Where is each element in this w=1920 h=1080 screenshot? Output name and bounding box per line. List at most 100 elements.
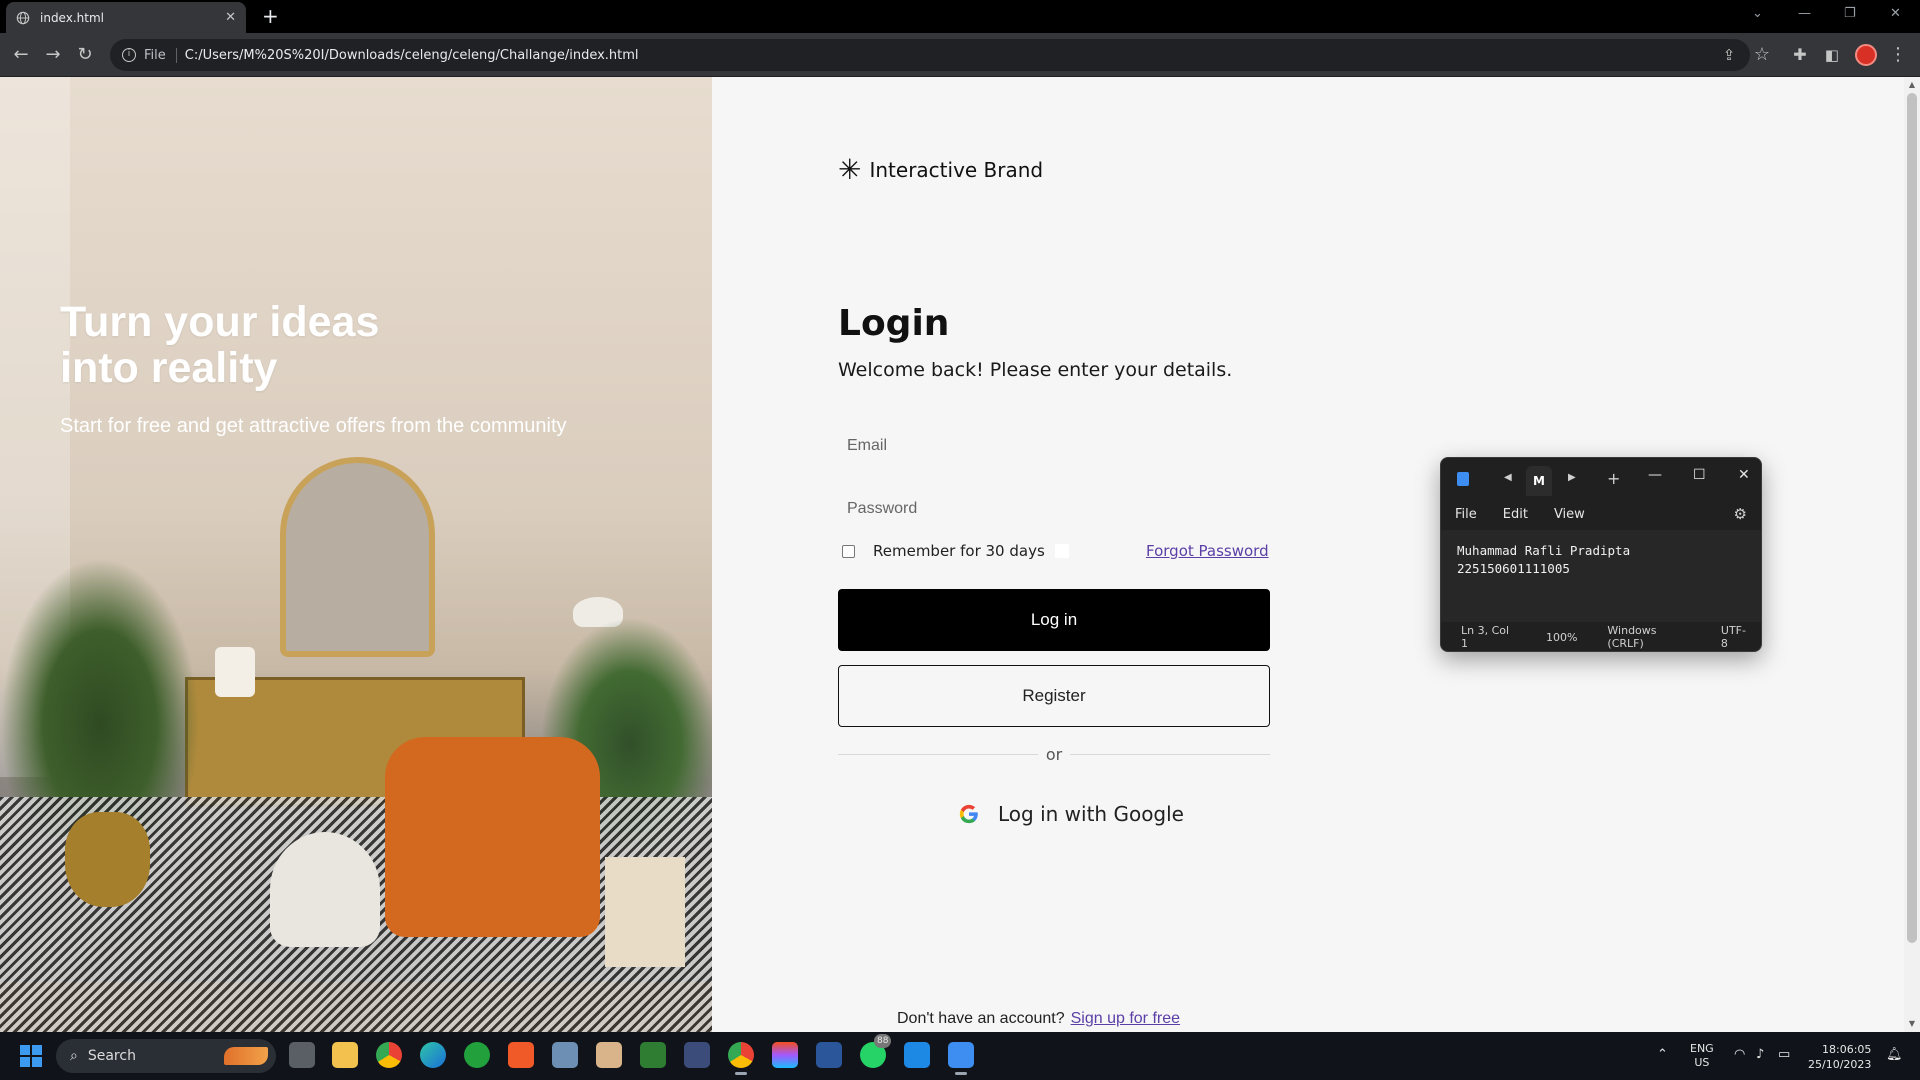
file-explorer-icon[interactable]: [332, 1042, 358, 1068]
tab-scroll-left-icon[interactable]: ◀: [1504, 472, 1512, 483]
address-scheme-label: File: [144, 47, 177, 63]
taskbar-clock[interactable]: 18:06:05 25/10/2023: [1808, 1042, 1871, 1072]
hero-plant-left: [0, 557, 200, 837]
brave-icon[interactable]: [508, 1042, 534, 1068]
language-line2: US: [1694, 1056, 1710, 1069]
tab-scroll-right-icon[interactable]: ▶: [1568, 472, 1576, 483]
scroll-up-icon[interactable]: ▲: [1904, 77, 1920, 93]
app-icon-7[interactable]: [552, 1042, 578, 1068]
info-icon[interactable]: i: [122, 48, 136, 62]
hero-title: Turn your ideas into reality: [60, 298, 380, 392]
signup-prompt: Don't have an account?: [897, 1010, 1065, 1027]
language-line1: ENG: [1690, 1042, 1714, 1055]
whatsapp-badge: 88: [874, 1034, 892, 1048]
google-login-label: Log in with Google: [998, 802, 1184, 826]
search-icon: ⌕: [70, 1048, 78, 1064]
language-indicator[interactable]: ENG US: [1690, 1042, 1714, 1070]
minimize-icon[interactable]: —: [1798, 6, 1811, 21]
notepad-titlebar[interactable]: ◀ M ▶ + — ☐ ✕: [1441, 458, 1761, 498]
remember-checkbox[interactable]: [842, 544, 855, 558]
notepad-app-icon: [1457, 472, 1469, 486]
side-panel-icon[interactable]: ◧: [1820, 43, 1844, 67]
volume-icon[interactable]: ♪: [1756, 1048, 1764, 1062]
notepad-maximize-icon[interactable]: ☐: [1693, 467, 1706, 483]
login-button[interactable]: Log in: [838, 589, 1270, 651]
divider-line-left: [838, 753, 1038, 755]
hero-image-panel: Turn your ideas into reality Start for f…: [0, 77, 712, 1032]
hero-orange-armchair: [385, 737, 600, 937]
notepad-new-tab-icon[interactable]: +: [1607, 469, 1620, 488]
menu-kebab-icon[interactable]: ⋮: [1886, 43, 1910, 67]
login-subtitle: Welcome back! Please enter your details.: [838, 359, 1233, 381]
chrome-profile-icon[interactable]: [728, 1042, 754, 1075]
remember-label: Remember for 30 days: [873, 542, 1045, 560]
chrome-icon[interactable]: [376, 1042, 402, 1068]
windows-start-icon[interactable]: [20, 1045, 42, 1067]
reload-icon[interactable]: ↻: [73, 43, 97, 67]
status-encoding: UTF-8: [1720, 624, 1746, 650]
extensions-icon[interactable]: ✚: [1788, 43, 1812, 67]
clock-time: 18:06:05: [1822, 1043, 1872, 1056]
app-icon-15[interactable]: [904, 1042, 930, 1068]
notepad-text-area[interactable]: Muhammad Rafli Pradipta 225150601111005: [1441, 530, 1761, 622]
google-icon: [959, 804, 978, 824]
hero-table-lamp: [215, 647, 255, 697]
wifi-icon[interactable]: ◠: [1734, 1048, 1745, 1062]
notepad-menu-edit[interactable]: Edit: [1503, 507, 1528, 522]
browser-tab-title: index.html: [40, 10, 104, 25]
status-line-ending: Windows (CRLF): [1607, 624, 1657, 650]
forgot-password-link[interactable]: Forgot Password: [1146, 542, 1269, 560]
taskbar-search[interactable]: ⌕ Search: [56, 1039, 276, 1073]
restore-icon[interactable]: ❐: [1844, 6, 1856, 21]
task-view-icon[interactable]: [289, 1042, 315, 1068]
word-icon[interactable]: [816, 1042, 842, 1068]
close-window-icon[interactable]: ✕: [1890, 6, 1901, 21]
app-icon-8[interactable]: [596, 1042, 622, 1068]
close-tab-icon[interactable]: ✕: [225, 10, 236, 25]
new-tab-icon[interactable]: +: [262, 6, 279, 26]
tray-chevron-icon[interactable]: ⌃: [1657, 1048, 1668, 1062]
xbox-icon[interactable]: [464, 1042, 490, 1068]
app-icon-10[interactable]: [684, 1042, 710, 1068]
settings-gear-icon[interactable]: ⚙: [1734, 505, 1747, 523]
browser-tab-active[interactable]: index.html ✕: [6, 2, 246, 33]
app-icon-b[interactable]: [640, 1042, 666, 1068]
scroll-down-icon[interactable]: ▼: [1904, 1016, 1920, 1032]
hero-subtitle: Start for free and get attractive offers…: [60, 415, 567, 437]
scroll-thumb[interactable]: [1907, 93, 1917, 943]
notepad-close-icon[interactable]: ✕: [1738, 467, 1750, 483]
asterisk-icon: ✳: [838, 153, 862, 186]
notepad-status-bar: Ln 3, Col 1 100% Windows (CRLF) UTF-8: [1441, 622, 1761, 652]
notepad-window[interactable]: ◀ M ▶ + — ☐ ✕ File Edit View ⚙ Muhammad …: [1440, 457, 1762, 652]
google-login-button[interactable]: Log in with Google: [958, 802, 1184, 826]
edge-icon[interactable]: [420, 1042, 446, 1068]
forward-icon[interactable]: →: [41, 43, 65, 67]
notification-bell-icon[interactable]: 🔔︎: [1886, 1048, 1903, 1062]
remember-blank-box: [1054, 544, 1069, 558]
back-icon[interactable]: ←: [9, 43, 33, 67]
clock-date: 25/10/2023: [1808, 1058, 1872, 1071]
password-input[interactable]: [838, 488, 1268, 530]
profile-avatar[interactable]: [1855, 44, 1877, 66]
hero-pedestal: [605, 857, 685, 967]
bookmark-star-icon[interactable]: ☆: [1750, 43, 1774, 67]
address-bar[interactable]: i File C:/Users/M%20S%20I/Downloads/cele…: [110, 39, 1750, 71]
notepad-minimize-icon[interactable]: —: [1648, 467, 1662, 483]
notepad-taskbar-icon[interactable]: [948, 1042, 974, 1075]
or-divider: or: [838, 744, 1270, 764]
tab-search-icon[interactable]: ⌄: [1752, 6, 1763, 21]
hero-gold-pot: [65, 812, 150, 907]
share-icon[interactable]: ⇪: [1717, 43, 1741, 67]
register-button[interactable]: Register: [838, 665, 1270, 727]
email-input[interactable]: [838, 425, 1268, 467]
figma-icon[interactable]: [772, 1042, 798, 1068]
notepad-menu-view[interactable]: View: [1554, 507, 1585, 522]
notepad-menu-file[interactable]: File: [1455, 507, 1477, 522]
divider-line-right: [1070, 753, 1270, 755]
battery-icon[interactable]: ▭: [1778, 1048, 1790, 1062]
signup-link[interactable]: Sign up for free: [1071, 1010, 1180, 1027]
browser-toolbar: ← → ↻ i File C:/Users/M%20S%20I/Download…: [0, 33, 1920, 77]
brand-name: Interactive Brand: [869, 158, 1044, 182]
notepad-tab[interactable]: M: [1526, 466, 1552, 496]
page-scrollbar[interactable]: ▲ ▼: [1904, 77, 1920, 1032]
